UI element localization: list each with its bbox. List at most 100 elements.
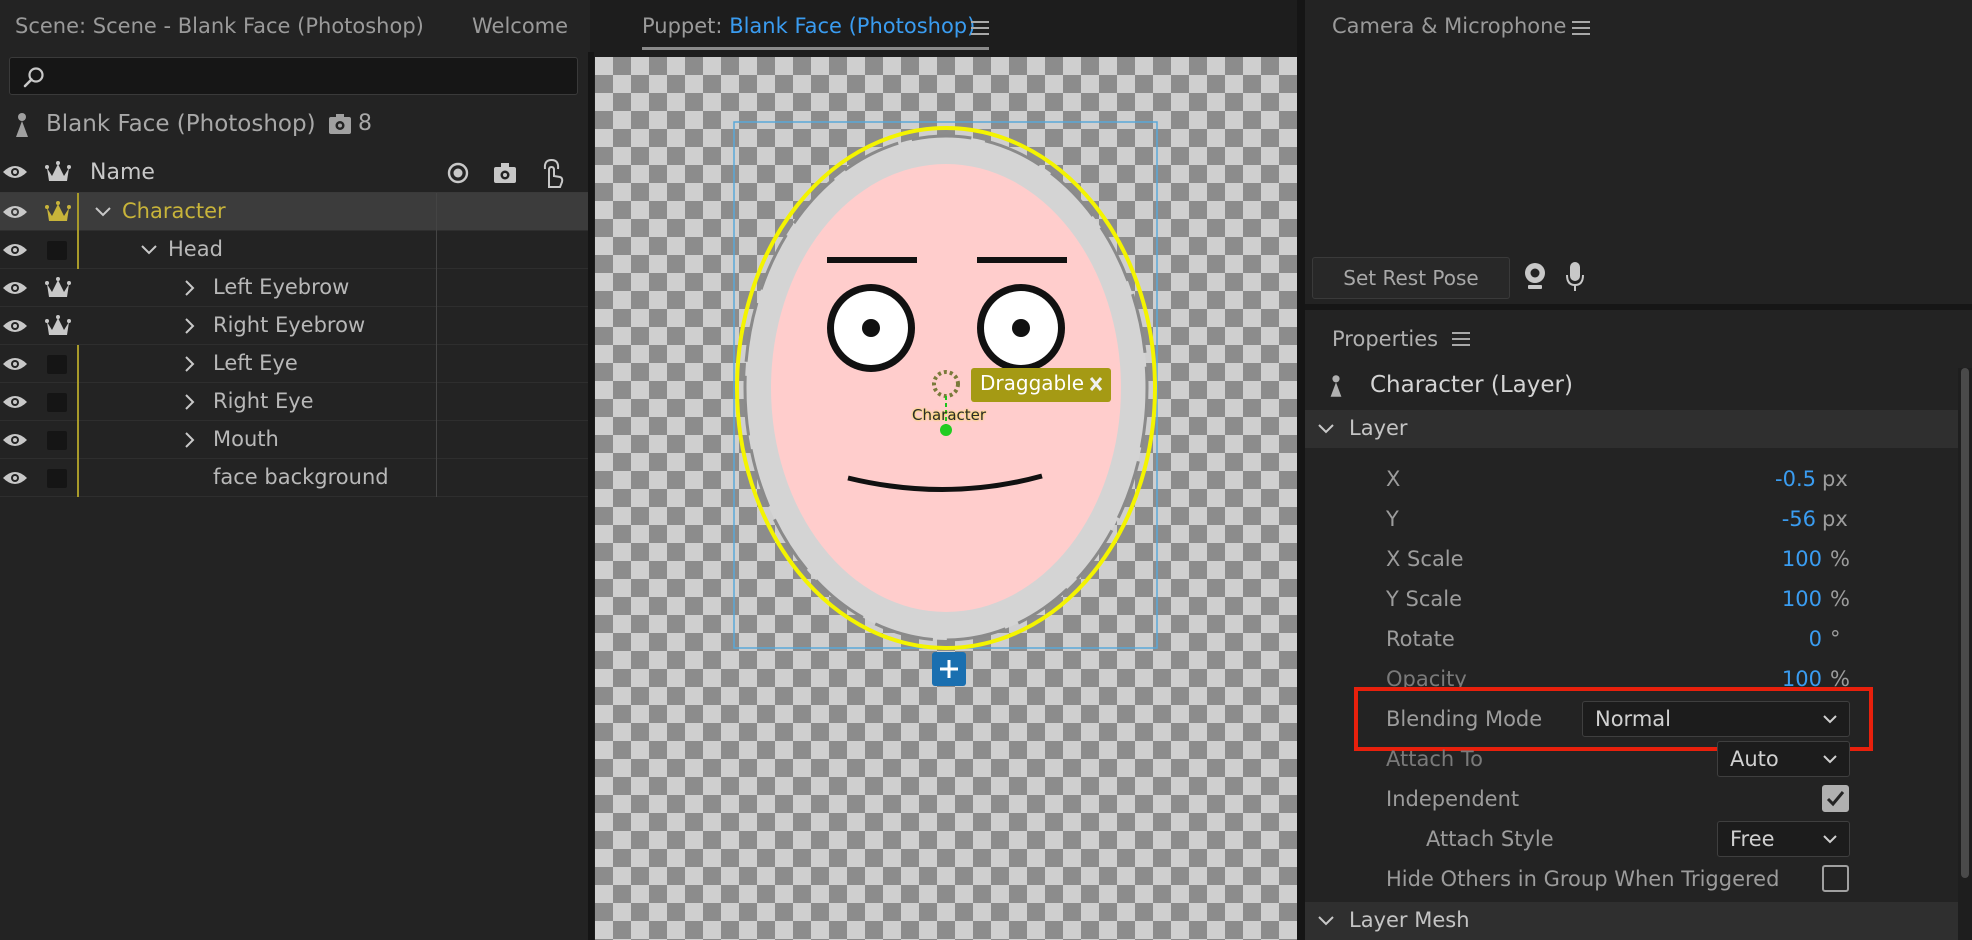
chevron-right-icon[interactable] <box>183 355 197 373</box>
chevron-down-icon <box>1318 424 1334 434</box>
layer-row-left-eyebrow[interactable]: Left Eyebrow <box>0 269 590 307</box>
panel-menu-icon[interactable] <box>1452 331 1470 347</box>
x-unit: px <box>1822 467 1848 491</box>
x-scale-label: X Scale <box>1386 547 1464 571</box>
tag-placeholder[interactable] <box>47 393 67 412</box>
layer-row-mouth[interactable]: Mouth <box>0 421 590 459</box>
y-scale-value[interactable]: 100 <box>1680 587 1822 611</box>
tag-placeholder[interactable] <box>47 355 67 374</box>
section-layer[interactable]: Layer <box>1300 410 1958 448</box>
chevron-down-icon[interactable] <box>94 205 112 219</box>
puppet-title: Blank Face (Photoshop) <box>46 111 316 137</box>
touch-column-icon <box>543 158 564 188</box>
independent-checkbox[interactable] <box>1822 785 1849 812</box>
column-separator <box>436 231 437 269</box>
search-icon <box>23 67 44 88</box>
layer-row-left-eye[interactable]: Left Eye <box>0 345 590 383</box>
tab-camera-microphone[interactable]: Camera & Microphone <box>1332 14 1566 38</box>
layer-row-face-background[interactable]: face background <box>0 459 590 497</box>
eye-icon[interactable] <box>2 393 28 411</box>
tab-puppet[interactable]: Puppet: Blank Face (Photoshop) <box>642 14 975 38</box>
tag-placeholder[interactable] <box>47 241 67 260</box>
eye-icon[interactable] <box>2 355 28 373</box>
attach-to-value: Auto <box>1730 747 1779 771</box>
y-unit: px <box>1822 507 1848 531</box>
camera-column-icon <box>494 163 516 183</box>
properties-scrollbar[interactable] <box>1958 368 1972 940</box>
tag-placeholder[interactable] <box>47 469 67 488</box>
search-input[interactable] <box>9 57 578 95</box>
attach-style-select[interactable]: Free <box>1717 821 1850 857</box>
set-rest-pose-button[interactable]: Set Rest Pose <box>1312 257 1510 299</box>
panel-menu-icon[interactable] <box>1572 20 1590 36</box>
properties-header[interactable]: Properties <box>1332 327 1438 351</box>
active-tab-underline <box>642 47 989 50</box>
tag-placeholder[interactable] <box>47 431 67 450</box>
attach-to-label: Attach To <box>1386 747 1483 771</box>
x-value[interactable]: -0.5 <box>1680 467 1816 491</box>
draggable-tag-label[interactable]: Draggable <box>980 371 1084 395</box>
x-scale-value[interactable]: 100 <box>1680 547 1822 571</box>
group-line <box>77 193 79 231</box>
panel-divider[interactable] <box>1300 304 1972 310</box>
hide-others-checkbox[interactable] <box>1822 865 1849 892</box>
puppet-viewport[interactable]: Draggable Character <box>595 57 1297 940</box>
origin-label: Character <box>912 406 987 424</box>
group-line <box>77 459 79 497</box>
y-value[interactable]: -56 <box>1680 507 1816 531</box>
eye-icon[interactable] <box>2 317 28 335</box>
layer-label: Right Eyebrow <box>213 313 366 337</box>
crown-icon[interactable] <box>45 314 71 338</box>
remove-behavior-button[interactable] <box>1077 368 1107 402</box>
record-column-icon <box>447 162 469 184</box>
eye-icon[interactable] <box>2 241 28 259</box>
attach-to-select[interactable]: Auto <box>1717 741 1850 777</box>
column-separator <box>436 193 437 231</box>
eye-icon[interactable] <box>2 431 28 449</box>
layer-row-character[interactable]: Character <box>0 193 590 231</box>
layer-label: Character <box>122 199 226 223</box>
layer-row-right-eye[interactable]: Right Eye <box>0 383 590 421</box>
column-separator <box>436 421 437 459</box>
chevron-down-icon[interactable] <box>140 243 158 257</box>
group-line <box>77 421 79 459</box>
section-layer-mesh[interactable]: Layer Mesh <box>1300 902 1958 940</box>
column-separator <box>436 459 437 497</box>
attach-style-value: Free <box>1730 827 1775 851</box>
group-line <box>77 345 79 383</box>
y-scale-unit: % <box>1830 587 1850 611</box>
panel-menu-icon[interactable] <box>971 20 989 36</box>
chevron-right-icon[interactable] <box>183 393 197 411</box>
hide-others-label: Hide Others in Group When Triggered <box>1386 867 1780 891</box>
rotate-unit: ° <box>1830 627 1841 651</box>
crown-icon[interactable] <box>45 200 71 224</box>
chevron-right-icon[interactable] <box>183 279 197 297</box>
eye-icon[interactable] <box>2 469 28 487</box>
column-name-header: Name <box>90 160 155 185</box>
webcam-icon[interactable] <box>1522 262 1548 292</box>
y-label: Y <box>1386 507 1399 531</box>
scrollbar-thumb[interactable] <box>1961 368 1969 878</box>
layer-row-right-eyebrow[interactable]: Right Eyebrow <box>0 307 590 345</box>
layer-row-head[interactable]: Head <box>0 231 590 269</box>
add-handle-button[interactable] <box>932 652 966 686</box>
rotate-value[interactable]: 0 <box>1680 627 1822 651</box>
chevron-right-icon[interactable] <box>183 317 197 335</box>
crown-icon[interactable] <box>45 276 71 300</box>
microphone-icon[interactable] <box>1565 261 1585 293</box>
section-layer-mesh-label: Layer Mesh <box>1349 908 1470 932</box>
column-separator <box>436 383 437 421</box>
tab-puppet-name: Blank Face (Photoshop) <box>729 14 976 38</box>
independent-label: Independent <box>1386 787 1520 811</box>
panel-divider[interactable] <box>588 52 594 940</box>
rotate-label: Rotate <box>1386 627 1455 651</box>
tab-scene[interactable]: Scene: Scene - Blank Face (Photoshop) <box>15 14 424 38</box>
layer-label: face background <box>213 465 389 489</box>
puppet-icon <box>16 113 28 137</box>
panel-divider[interactable] <box>1297 0 1305 940</box>
tab-welcome[interactable]: Welcome <box>472 14 568 38</box>
column-separator <box>436 345 437 383</box>
eye-icon[interactable] <box>2 203 28 221</box>
chevron-right-icon[interactable] <box>183 431 197 449</box>
eye-icon[interactable] <box>2 279 28 297</box>
